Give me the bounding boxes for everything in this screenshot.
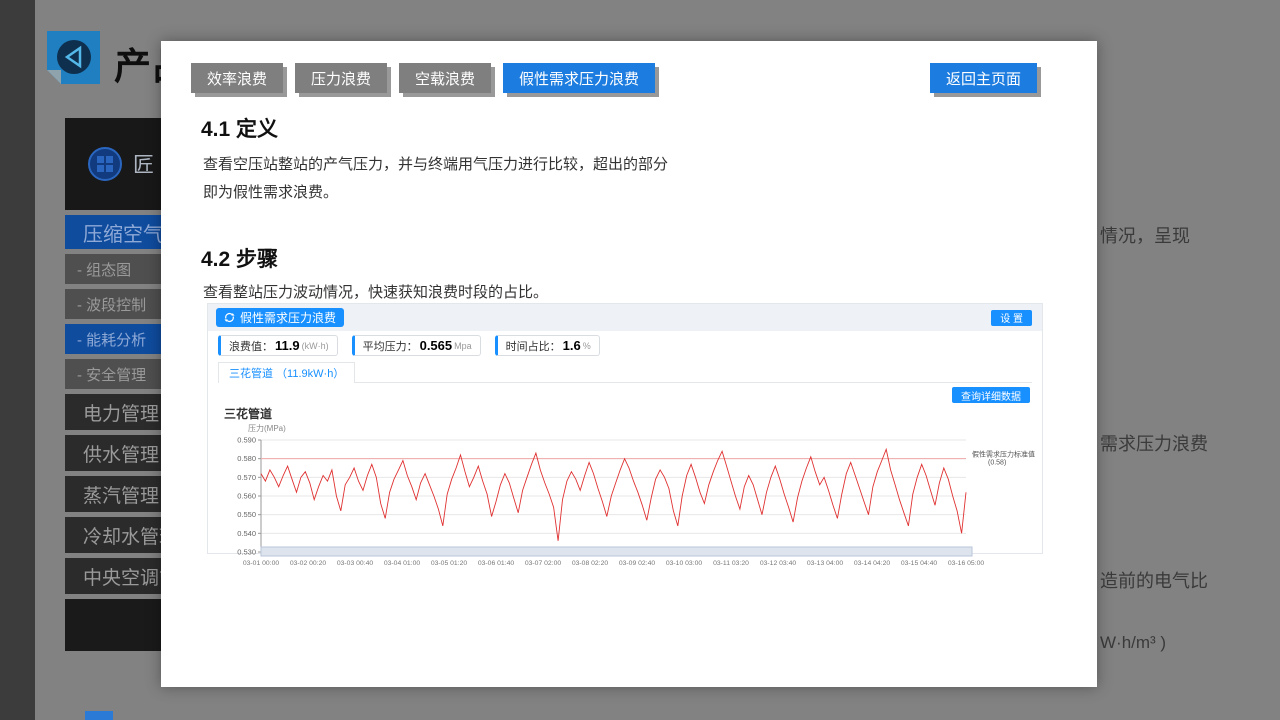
x-tick-label: 03-03 00:40 (337, 560, 374, 567)
datazoom-scrollbar[interactable] (261, 547, 972, 556)
settings-button[interactable]: 设 置 (991, 310, 1032, 326)
background-text-fragment: W·h/m³ ) (1100, 633, 1166, 653)
y-tick-label: 0.530 (237, 548, 256, 557)
stat-average-pressure: 平均压力： 0.565 Mpa (352, 335, 481, 356)
left-edge-strip (0, 0, 35, 720)
pipe-tabbar: 三花管道 （11.9kW·h） (218, 362, 1032, 383)
stat-value: 11.9 (275, 338, 300, 353)
x-tick-label: 03-02 00:20 (290, 560, 327, 567)
definition-line-2: 即为假性需求浪费。 (203, 179, 668, 207)
brand-logo-icon (87, 146, 123, 182)
threshold-label: 假性需求压力标准值 (972, 450, 1035, 459)
x-tick-label: 03-04 01:00 (384, 560, 421, 567)
x-tick-label: 03-15 04:40 (901, 560, 938, 567)
sidebar-item-0[interactable]: 压缩空气 (65, 215, 161, 249)
x-tick-label: 03-14 04:20 (854, 560, 891, 567)
stat-unit: % (583, 341, 591, 351)
background-text-fragment: 情况，呈现 (1100, 222, 1190, 248)
x-tick-label: 03-06 01:40 (478, 560, 515, 567)
background-text-fragment: 造前的电气比 (1100, 567, 1208, 593)
x-tick-label: 03-09 02:40 (619, 560, 656, 567)
dashboard-screenshot: 假性需求压力浪费 设 置 浪费值： 11.9 (kW·h) 平均压力： 0.56… (207, 303, 1043, 554)
pressure-chart: 0.590 0.580 0.570 0.560 0.550 0.540 0.530 假性需求压… (208, 434, 1042, 575)
sidebar-item-6[interactable]: 供水管理 (65, 435, 161, 471)
sidebar-item-5[interactable]: 电力管理 (65, 394, 161, 430)
stat-waste-value: 浪费值： 11.9 (kW·h) (218, 335, 338, 356)
stats-row: 浪费值： 11.9 (kW·h) 平均压力： 0.565 Mpa 时间占比： 1… (218, 335, 1042, 356)
y-tick-label: 0.590 (237, 436, 256, 445)
stat-unit: Mpa (454, 341, 472, 351)
cycle-arrows-icon (224, 312, 235, 323)
sidebar-item-3[interactable]: - 能耗分析 (65, 324, 161, 354)
stat-label: 时间占比： (506, 338, 561, 354)
dashboard-title-badge: 假性需求压力浪费 (216, 308, 344, 327)
tab-false-demand-pressure-waste[interactable]: 假性需求压力浪费 (503, 63, 655, 93)
x-tick-label: 03-16 05:00 (948, 560, 985, 567)
query-detail-button[interactable]: 查询详细数据 (952, 387, 1030, 403)
sidebar-logo-text: 匠 (133, 149, 154, 179)
stat-value: 1.6 (563, 338, 581, 353)
sidebar-item-7[interactable]: 蒸汽管理 (65, 476, 161, 512)
section-heading-steps: 4.2 步骤 (201, 243, 278, 273)
x-tick-label: 03-01 00:00 (243, 560, 280, 567)
stat-label: 浪费值： (229, 338, 273, 354)
x-tick-label: 03-11 03:20 (713, 560, 749, 567)
background-text-fragment: 需求压力浪费 (1100, 430, 1208, 456)
y-tick-label: 0.560 (237, 492, 256, 501)
waste-type-tabbar: 效率浪费 压力浪费 空载浪费 假性需求压力浪费 (191, 63, 655, 93)
help-overlay-panel: 效率浪费 压力浪费 空载浪费 假性需求压力浪费 返回主页面 4.1 定义 查看空… (161, 41, 1097, 687)
sidebar-item-9[interactable]: 中央空调管理 (65, 558, 161, 594)
x-tick-label: 03-12 03:40 (760, 560, 797, 567)
sidebar-item-2[interactable]: - 波段控制 (65, 289, 161, 319)
x-tick-label: 03-13 04:00 (807, 560, 844, 567)
stat-unit: (kW·h) (302, 341, 329, 351)
background-blue-element (85, 711, 113, 720)
threshold-value: (0.58) (988, 460, 1006, 467)
stat-label: 平均压力： (363, 338, 418, 354)
x-tick-label: 03-10 03:00 (666, 560, 703, 567)
y-tick-label: 0.570 (237, 473, 256, 482)
pressure-series-line (261, 449, 966, 541)
y-tick-label: 0.550 (237, 510, 256, 519)
sidebar-item-8[interactable]: 冷却水管理 (65, 517, 161, 553)
sidebar-item-1[interactable]: - 组态图 (65, 254, 161, 284)
y-tick-label: 0.540 (237, 529, 256, 538)
x-tick-label: 03-08 02:20 (572, 560, 609, 567)
chart-title: 三花管道 (224, 405, 1042, 422)
sidebar: 匠 压缩空气 - 组态图 - 波段控制 - 能耗分析 - 安全管理电力管理供水管理蒸汽管… (65, 118, 161, 651)
pipe-tab-sanhua[interactable]: 三花管道 （11.9kW·h） (218, 362, 355, 383)
sidebar-logo: 匠 (65, 118, 161, 210)
sidebar-item-4[interactable]: - 安全管理 (65, 359, 161, 389)
section-heading-definition: 4.1 定义 (201, 113, 278, 143)
back-arrow-icon[interactable] (47, 31, 100, 84)
stat-value: 0.565 (420, 338, 453, 353)
tab-pressure-waste[interactable]: 压力浪费 (295, 63, 387, 93)
sidebar-filler (65, 599, 161, 651)
dashboard-header: 假性需求压力浪费 设 置 (208, 304, 1042, 331)
stat-time-ratio: 时间占比： 1.6 % (495, 335, 600, 356)
tab-efficiency-waste[interactable]: 效率浪费 (191, 63, 283, 93)
x-tick-label: 03-07 02:00 (525, 560, 562, 567)
definition-line-1: 查看空压站整站的产气压力，并与终端用气压力进行比较，超出的部分 (203, 151, 668, 179)
dashboard-title-text: 假性需求压力浪费 (240, 309, 336, 326)
y-tick-label: 0.580 (237, 454, 256, 463)
tab-noload-waste[interactable]: 空载浪费 (399, 63, 491, 93)
return-home-button[interactable]: 返回主页面 (930, 63, 1037, 93)
y-axis-label: 压力(MPa) (248, 423, 1042, 434)
definition-text: 查看空压站整站的产气压力，并与终端用气压力进行比较，超出的部分 即为假性需求浪费… (203, 151, 668, 207)
x-tick-label: 03-05 01:20 (431, 560, 468, 567)
